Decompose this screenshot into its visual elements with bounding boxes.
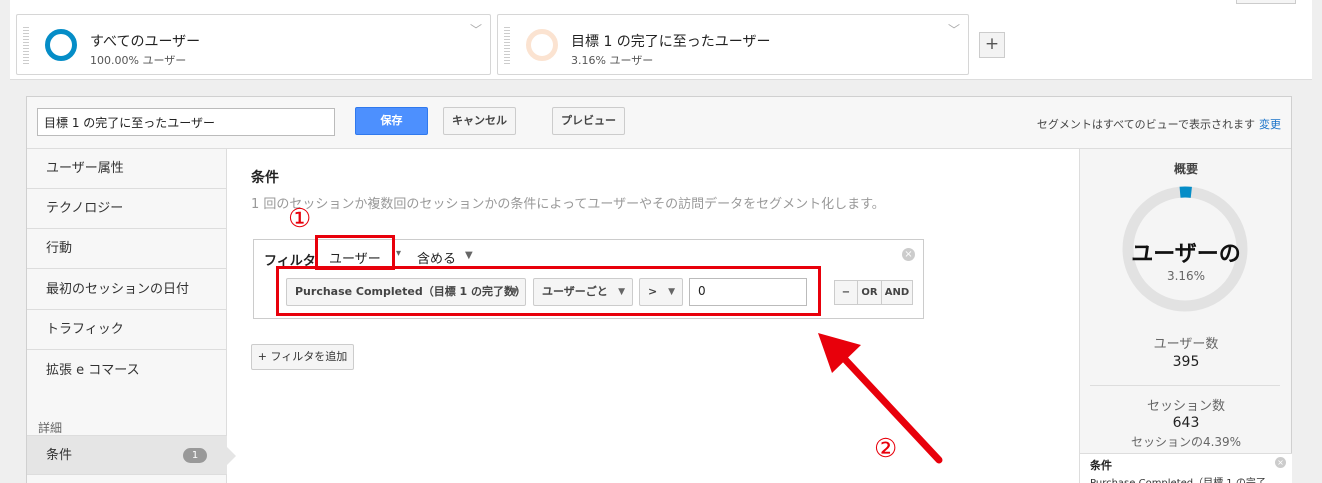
annotation-arrow-icon xyxy=(818,333,943,464)
